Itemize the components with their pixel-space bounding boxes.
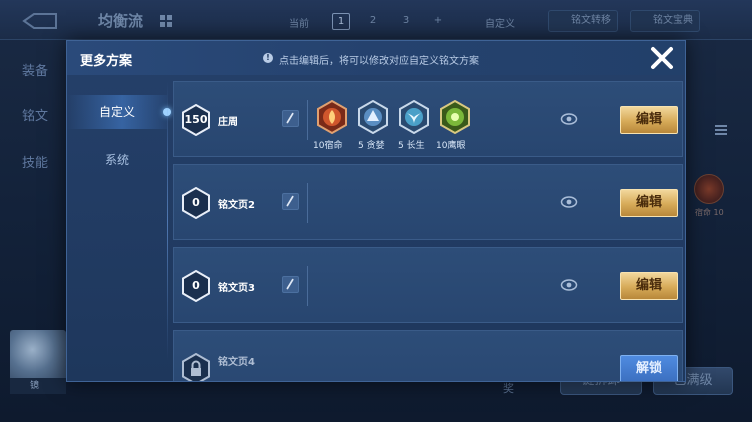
page-tab-3[interactable]: 3 — [397, 13, 415, 30]
loadout-title: 均衡流 — [98, 12, 144, 30]
info-icon: ! — [263, 53, 273, 63]
eye-icon[interactable] — [560, 277, 578, 293]
rune-transfer-button[interactable]: 铭文转移 — [548, 10, 618, 32]
scheme-level: 0 — [192, 279, 200, 292]
scheme-tabs: 自定义 系统 — [67, 75, 171, 381]
rune-label: 10鹰眼 — [436, 141, 466, 151]
rune-slot-icon[interactable] — [694, 174, 724, 204]
blue-rune-icon — [399, 100, 429, 134]
edit-button[interactable]: 编辑 — [620, 272, 678, 300]
scheme-row: 0 铭文页3 编辑 — [173, 247, 683, 323]
back-icon[interactable] — [22, 12, 58, 30]
rune-label: 5 长生 — [398, 141, 425, 151]
sidebar-item-equipment[interactable]: 装备 — [22, 60, 48, 79]
scheme-row: 150 庄周 10宿命 5 贪婪 5 长生 10鹰眼 编辑 — [173, 81, 683, 157]
eye-icon[interactable] — [560, 194, 578, 210]
rune-label: 10宿命 — [313, 141, 343, 151]
close-icon[interactable] — [649, 45, 675, 71]
edit-button[interactable]: 编辑 — [620, 106, 678, 134]
page-tab-add[interactable]: + — [429, 13, 447, 30]
hero-name: 镜 — [10, 378, 66, 394]
current-label: 当前 — [289, 19, 309, 30]
modal-hint: 点击编辑后，将可以修改对应自定义铭文方案 — [279, 56, 479, 67]
unlock-button[interactable]: 解锁 — [620, 355, 678, 381]
tab-custom[interactable]: 自定义 — [67, 95, 171, 129]
more-schemes-modal: 更多方案 ! 点击编辑后，将可以修改对应自定义铭文方案 自定义 系统 150 庄… — [66, 40, 686, 382]
rune-guide-button[interactable]: 铭文宝典 — [630, 10, 700, 32]
scheme-row: 铭文页4 解锁 — [173, 330, 683, 381]
scheme-name: 铭文页4 — [218, 357, 255, 368]
menu-icon[interactable] — [714, 123, 728, 137]
rename-icon[interactable] — [282, 193, 299, 210]
background-top-bar: 均衡流 当前 1 2 3 + 自定义 铭文转移 铭文宝典 — [0, 0, 752, 40]
eye-icon[interactable] — [560, 111, 578, 127]
edit-button[interactable]: 编辑 — [620, 189, 678, 217]
row-divider — [307, 100, 308, 140]
page-tab-2[interactable]: 2 — [364, 13, 382, 30]
blue-rune-icon — [358, 100, 388, 134]
scheme-name: 铭文页2 — [218, 200, 255, 211]
modal-header: 更多方案 ! 点击编辑后，将可以修改对应自定义铭文方案 — [67, 41, 685, 75]
scheme-name: 铭文页3 — [218, 283, 255, 294]
row-divider — [307, 183, 308, 223]
scheme-name: 庄周 — [218, 117, 238, 128]
scheme-list[interactable]: 150 庄周 10宿命 5 贪婪 5 长生 10鹰眼 编辑 0 铭文页2 编辑 … — [173, 81, 683, 381]
tab-custom-label: 自定义 — [98, 105, 135, 119]
tab-system[interactable]: 系统 — [67, 143, 167, 177]
sidebar-item-skills[interactable]: 技能 — [22, 152, 48, 171]
scheme-level: 150 — [184, 113, 208, 126]
rune-label: 5 贪婪 — [358, 141, 385, 151]
footer-text: 奖 — [503, 382, 514, 395]
page-tab-1[interactable]: 1 — [332, 13, 350, 30]
scheme-level: 0 — [192, 196, 200, 209]
red-rune-icon — [317, 100, 347, 134]
tab-system-label: 系统 — [104, 153, 129, 167]
rune-slot-label: 宿命 10 — [695, 208, 724, 217]
sidebar-item-runes[interactable]: 铭文 — [22, 105, 48, 124]
custom-label: 自定义 — [485, 19, 515, 30]
lock-icon — [182, 353, 210, 381]
rename-icon[interactable] — [282, 110, 299, 127]
grid-icon[interactable] — [160, 15, 172, 27]
modal-title: 更多方案 — [80, 54, 133, 69]
row-divider — [307, 266, 308, 306]
green-rune-icon — [440, 100, 470, 134]
scheme-row: 0 铭文页2 编辑 — [173, 164, 683, 240]
tabs-divider — [167, 81, 168, 361]
rename-icon[interactable] — [282, 276, 299, 293]
